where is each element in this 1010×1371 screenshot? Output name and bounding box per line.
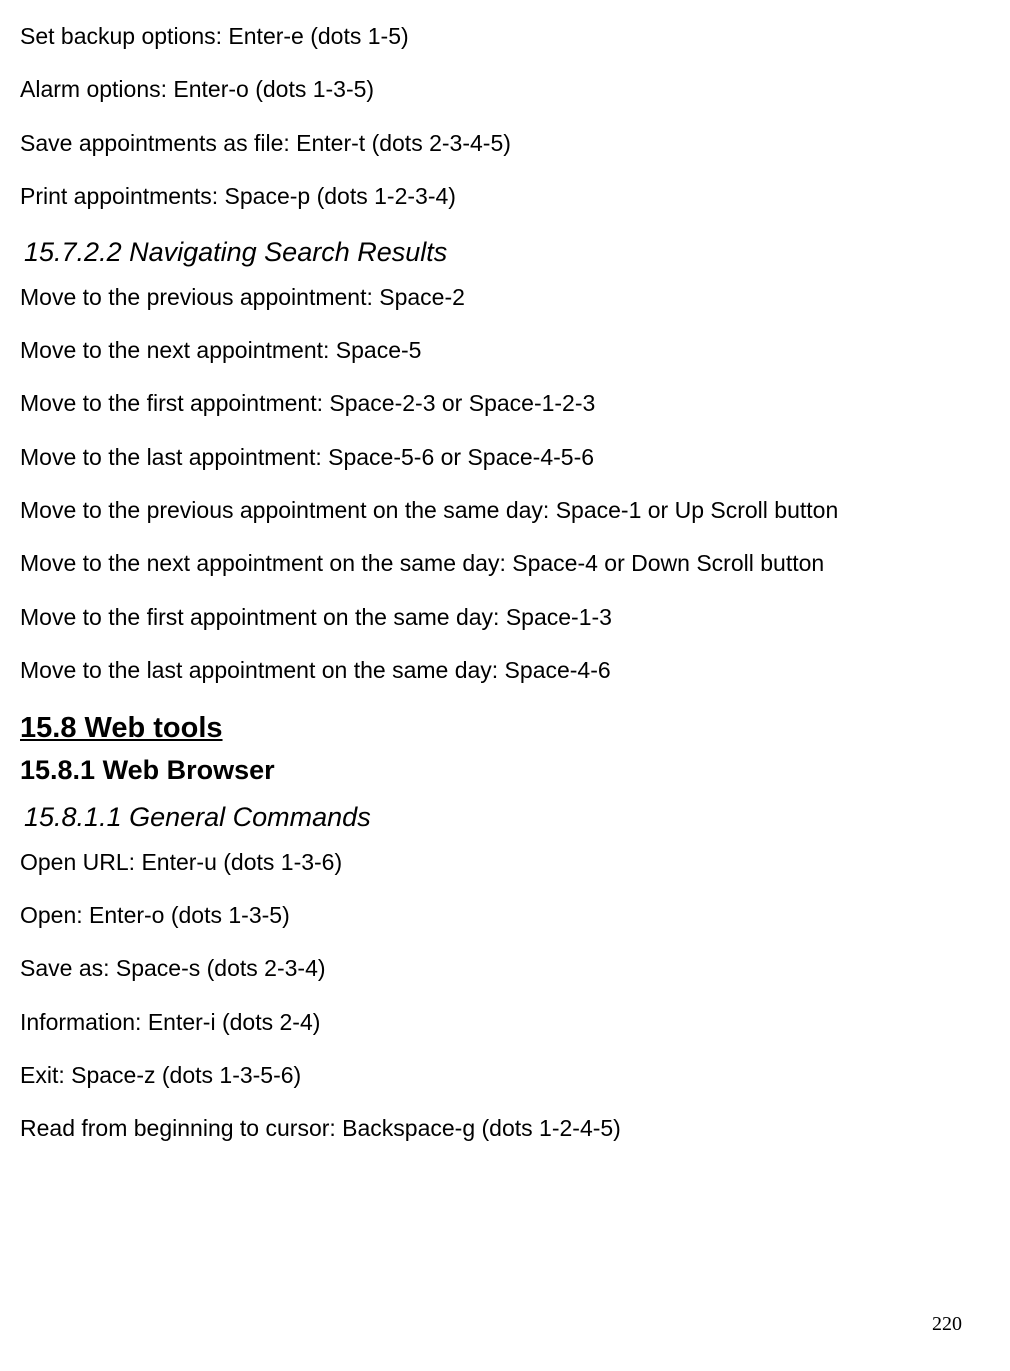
heading-15-7-2-2: 15.7.2.2 Navigating Search Results xyxy=(24,233,990,272)
body-text: Move to the previous appointment on the … xyxy=(20,494,990,527)
body-text: Alarm options: Enter-o (dots 1-3-5) xyxy=(20,73,990,106)
body-text: Open URL: Enter-u (dots 1-3-6) xyxy=(20,846,990,879)
body-text: Save appointments as file: Enter-t (dots… xyxy=(20,127,990,160)
body-text: Move to the last appointment on the same… xyxy=(20,654,990,687)
body-text: Move to the first appointment: Space-2-3… xyxy=(20,387,990,420)
body-text: Set backup options: Enter-e (dots 1-5) xyxy=(20,20,990,53)
body-text: Print appointments: Space-p (dots 1-2-3-… xyxy=(20,180,990,213)
heading-15-8-1: 15.8.1 Web Browser xyxy=(20,751,990,790)
page-number: 220 xyxy=(932,1310,962,1339)
body-text: Move to the previous appointment: Space-… xyxy=(20,281,990,314)
heading-15-8: 15.8 Web tools xyxy=(20,707,990,749)
body-text: Move to the next appointment: Space-5 xyxy=(20,334,990,367)
heading-15-8-1-1: 15.8.1.1 General Commands xyxy=(24,798,990,837)
body-text: Move to the last appointment: Space-5-6 … xyxy=(20,441,990,474)
body-text: Move to the first appointment on the sam… xyxy=(20,601,990,634)
body-text: Open: Enter-o (dots 1-3-5) xyxy=(20,899,990,932)
body-text: Exit: Space-z (dots 1-3-5-6) xyxy=(20,1059,990,1092)
body-text: Move to the next appointment on the same… xyxy=(20,547,990,580)
body-text: Information: Enter-i (dots 2-4) xyxy=(20,1006,990,1039)
body-text: Read from beginning to cursor: Backspace… xyxy=(20,1112,990,1145)
body-text: Save as: Space-s (dots 2-3-4) xyxy=(20,952,990,985)
